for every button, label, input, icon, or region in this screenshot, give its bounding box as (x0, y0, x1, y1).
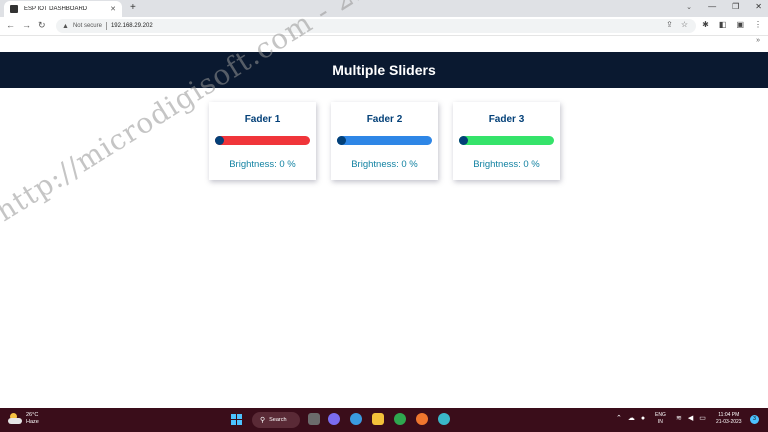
arduino-icon[interactable] (438, 413, 450, 425)
fader-slider[interactable] (337, 136, 432, 145)
bookmarks-overflow-icon[interactable]: » (756, 37, 760, 44)
file-explorer-icon[interactable] (372, 413, 384, 425)
url-text: 192.168.29.202 (110, 23, 153, 29)
weather-condition: Haze (26, 419, 39, 425)
bookmark-star-icon[interactable]: ☆ (681, 20, 688, 29)
close-tab-icon[interactable]: ✕ (110, 5, 116, 13)
fader-title: Fader 1 (244, 114, 281, 125)
slider-thumb[interactable] (337, 136, 346, 145)
chrome-icon[interactable] (394, 413, 406, 425)
edge-icon[interactable] (350, 413, 362, 425)
omnibox-separator (105, 22, 107, 30)
window-controls: — ❐ ✕ (708, 2, 762, 11)
extensions-icon[interactable]: ✱ (702, 20, 709, 29)
close-window-icon[interactable]: ✕ (755, 2, 762, 11)
warning-icon: ▲ (62, 22, 69, 30)
notification-badge[interactable]: 3 (750, 415, 759, 424)
tray-chevron-icon[interactable]: ⌃ (616, 414, 622, 422)
taskbar-search[interactable]: ⚲ Search (252, 412, 300, 428)
menu-icon[interactable]: ⋮ (754, 20, 762, 29)
volume-icon[interactable]: ◀ (688, 414, 693, 422)
slider-thumb[interactable] (459, 136, 468, 145)
fader-card-2: Fader 2 Brightness: 0 % (331, 102, 438, 180)
reload-icon[interactable]: ↻ (38, 20, 46, 31)
brightness-label: Brightness: 0 % (473, 159, 540, 170)
browser-tabbar: ESP IOT DASHBOARD ✕ + ⌄ — ❐ ✕ (0, 0, 768, 17)
system-tray-left: ⌃ ☁ ● (616, 414, 645, 423)
slider-thumb[interactable] (215, 136, 224, 145)
new-tab-button[interactable]: + (130, 2, 136, 14)
address-bar[interactable]: ▲ Not secure 192.168.29.202 ⇪ ☆ (56, 19, 696, 33)
fader-slider[interactable] (459, 136, 554, 145)
page-title: Multiple Sliders (332, 62, 436, 78)
wifi-icon[interactable]: ≋ (676, 414, 682, 422)
fader-card-3: Fader 3 Brightness: 0 % (453, 102, 560, 180)
chat-icon[interactable] (328, 413, 340, 425)
profile-icon[interactable]: ▣ (736, 20, 744, 29)
browser-toolbar: ← → ↻ ▲ Not secure 192.168.29.202 ⇪ ☆ ✱ … (0, 17, 768, 36)
start-icon[interactable] (231, 414, 242, 425)
system-tray-right: ≋ ◀ ▭ (676, 414, 706, 422)
back-icon[interactable]: ← (6, 20, 15, 30)
region-code: IN (657, 419, 663, 425)
firefox-icon[interactable] (416, 413, 428, 425)
brightness-label: Brightness: 0 % (351, 159, 418, 170)
side-panel-icon[interactable]: ◧ (719, 20, 727, 29)
share-icon[interactable]: ⇪ (666, 20, 673, 29)
fader-title: Fader 3 (488, 114, 525, 125)
battery-icon[interactable]: ▭ (699, 414, 706, 422)
minimize-icon[interactable]: — (708, 2, 716, 11)
fader-title: Fader 2 (366, 114, 403, 125)
weather-widget[interactable]: 26°C Haze (8, 412, 39, 426)
taskbar-clock[interactable]: 11:04 PM 21-03-2023 (716, 412, 742, 426)
search-label: Search (269, 417, 287, 423)
favicon-icon (10, 5, 18, 13)
onedrive-icon[interactable]: ☁ (628, 414, 635, 422)
tab-search-icon[interactable]: ⌄ (686, 3, 692, 11)
weather-temp: 26°C (26, 412, 39, 418)
page-header: Multiple Sliders (0, 52, 768, 88)
clock-date: 21-03-2023 (716, 419, 742, 425)
restore-icon[interactable]: ❐ (732, 2, 739, 11)
not-secure-label: Not secure (72, 23, 102, 29)
clock-time: 11:04 PM (718, 412, 740, 418)
brightness-label: Brightness: 0 % (229, 159, 296, 170)
tab-title: ESP IOT DASHBOARD (24, 6, 88, 12)
language-code: ENG (655, 412, 666, 418)
omnibox-actions: ⇪ ☆ (666, 20, 688, 29)
security-icon[interactable]: ● (641, 415, 645, 422)
fader-slider[interactable] (215, 136, 310, 145)
windows-taskbar: 26°C Haze ⚲ Search ⌃ ☁ ● ENG IN ≋ ◀ ▭ 11… (0, 408, 768, 432)
toolbar-actions: ✱ ◧ ▣ ⋮ (702, 20, 762, 29)
browser-tab[interactable]: ESP IOT DASHBOARD ✕ (4, 1, 122, 17)
fader-card-1: Fader 1 Brightness: 0 % (209, 102, 316, 180)
search-icon: ⚲ (260, 417, 266, 424)
task-view-icon[interactable] (308, 413, 320, 425)
weather-icon (8, 413, 22, 424)
input-language[interactable]: ENG IN (655, 412, 666, 426)
forward-icon[interactable]: → (22, 20, 31, 30)
